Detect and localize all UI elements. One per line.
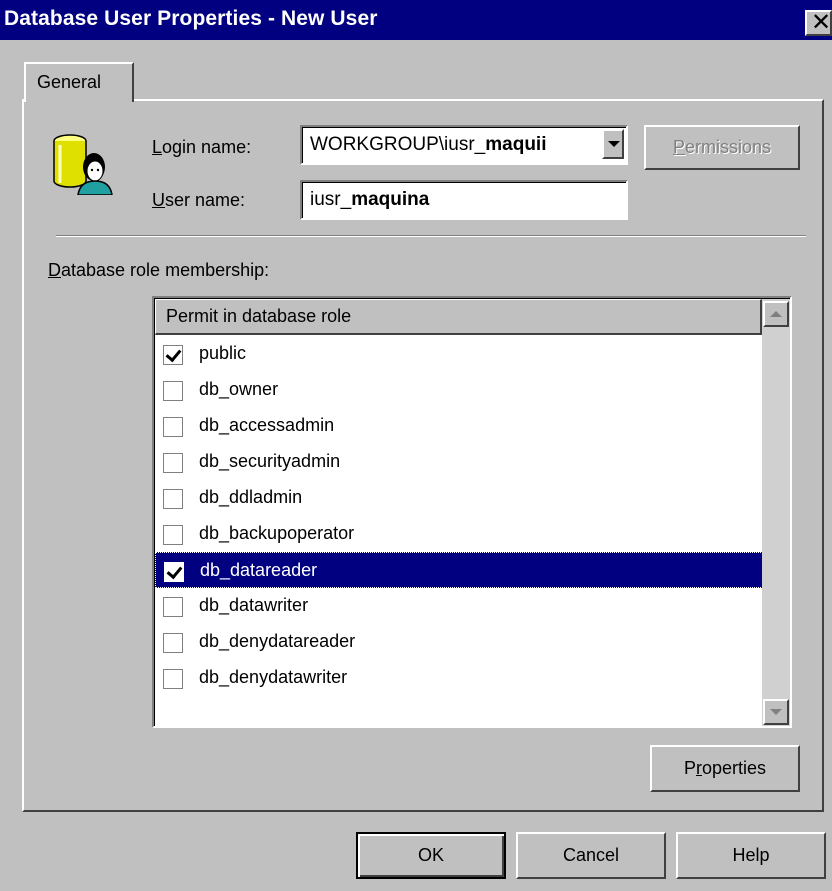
role-row[interactable]: db_datawriter [155,588,763,624]
database-role-membership-label: Database role membership: [48,260,270,280]
role-row[interactable]: db_denydatawriter [155,660,763,696]
window-title: Database User Properties - New User [4,7,378,30]
role-row[interactable]: db_denydatareader [155,624,763,660]
role-row[interactable]: public [155,336,763,372]
login-name-value: WORKGROUP\iusr_maquii [310,134,547,155]
role-checkbox[interactable] [163,669,183,689]
role-checkbox[interactable] [163,525,183,545]
role-checkbox[interactable] [163,381,183,401]
permissions-button[interactable]: Permissions [644,125,800,170]
title-bar: Database User Properties - New User ✕ [0,0,832,40]
close-icon: ✕ [811,9,832,36]
help-button[interactable]: Help [676,832,826,879]
database-user-icon [53,134,113,195]
role-checkbox[interactable] [163,345,183,365]
role-checkbox[interactable] [163,633,183,653]
role-row[interactable]: db_datareader [155,552,763,588]
role-checkbox[interactable] [164,562,184,582]
close-button[interactable]: ✕ [805,9,832,36]
cancel-button[interactable]: Cancel [516,832,666,879]
role-name: public [199,343,247,363]
role-row[interactable]: db_backupoperator [155,516,763,552]
role-checkbox[interactable] [163,597,183,617]
role-name: db_datareader [200,560,318,580]
tab-general-label: General [37,72,102,92]
role-checkbox[interactable] [163,489,183,509]
role-name: db_securityadmin [199,451,341,471]
role-name: db_owner [199,379,279,399]
role-row[interactable]: db_owner [155,372,763,408]
role-row[interactable]: db_ddladmin [155,480,763,516]
scroll-up-icon[interactable] [763,301,789,327]
ok-button[interactable]: OK [356,832,506,879]
divider [56,235,806,237]
scroll-down-icon[interactable] [763,699,789,725]
column-header-permit[interactable]: Permit in database role [155,299,762,335]
role-checkbox[interactable] [163,453,183,473]
role-name: db_datawriter [199,595,309,615]
role-name: db_ddladmin [199,487,303,507]
vertical-scrollbar[interactable] [762,299,790,726]
user-name-input[interactable]: iusr_maquina [300,180,628,220]
role-list[interactable]: Permit in database role public db_ownerdb… [152,296,792,728]
role-name: db_backupoperator [199,523,355,543]
user-name-label: User name: [152,190,246,210]
properties-button[interactable]: Properties [650,745,800,792]
user-name-value: iusr_maquina [310,189,430,210]
role-name: db_accessadmin [199,415,335,435]
role-row[interactable]: db_accessadmin [155,408,763,444]
tab-general[interactable]: General [24,62,134,102]
role-name: db_denydatareader [199,631,356,651]
role-name: db_denydatawriter [199,667,348,687]
role-checkbox[interactable] [163,417,183,437]
role-row[interactable]: db_securityadmin [155,444,763,480]
login-name-dropdown[interactable]: WORKGROUP\iusr_maquii [300,125,628,165]
login-name-label: Login name: [152,137,252,157]
chevron-down-icon[interactable] [602,129,624,159]
